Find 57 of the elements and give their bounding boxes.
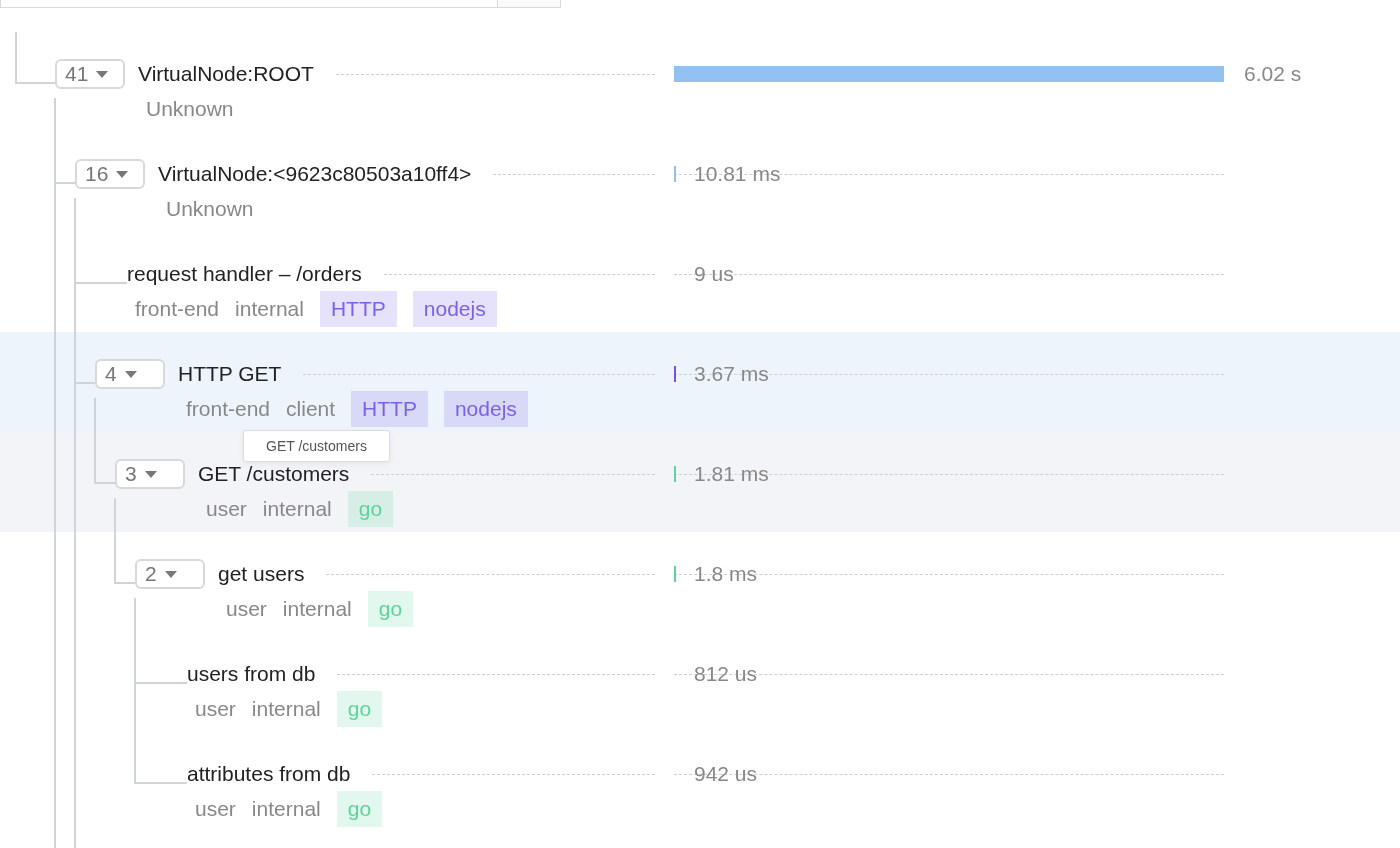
tag: go xyxy=(336,791,383,827)
child-count-toggle[interactable]: 4 xyxy=(95,359,165,389)
span-name[interactable]: HTTP GET xyxy=(178,362,282,386)
span-name[interactable]: VirtualNode:<9623c80503a10ff4> xyxy=(158,162,472,186)
tag: go xyxy=(347,491,394,527)
caret-icon xyxy=(96,70,109,78)
duration-label: 812 us xyxy=(694,662,758,686)
span-name[interactable]: attributes from db xyxy=(187,762,351,786)
span-attribute: internal xyxy=(262,497,332,521)
span-attribute: client xyxy=(286,397,336,421)
span-attribute: Unknown xyxy=(146,97,234,121)
span-attribute: internal xyxy=(251,697,321,721)
duration-label: 9 us xyxy=(694,262,734,286)
caret-icon xyxy=(144,470,157,478)
span-attribute: user xyxy=(195,697,236,721)
span-row[interactable]: 41 VirtualNode:ROOT Unknown 6.02 s xyxy=(0,32,1400,132)
span-attribute: user xyxy=(206,497,247,521)
tag: HTTP xyxy=(351,391,428,427)
child-count-toggle[interactable]: 41 xyxy=(55,59,125,89)
span-attribute: internal xyxy=(282,597,352,621)
duration-label: 10.81 ms xyxy=(694,162,781,186)
span-attribute: front-end xyxy=(186,397,271,421)
span-attribute: Unknown xyxy=(166,197,254,221)
child-count-toggle[interactable]: 16 xyxy=(75,159,145,189)
span-name[interactable]: get users xyxy=(218,562,305,586)
duration-label: 6.02 s xyxy=(1244,62,1302,85)
span-attribute: internal xyxy=(251,797,321,821)
span-name[interactable]: GET /customers xyxy=(198,462,350,486)
caret-icon xyxy=(116,170,129,178)
span-name[interactable]: users from db xyxy=(187,662,316,686)
span-row[interactable]: 2 get users user internal go 1.8 ms xyxy=(0,532,1400,632)
span-name[interactable]: VirtualNode:ROOT xyxy=(138,62,314,86)
span-attribute: front-end xyxy=(135,297,220,321)
span-row[interactable]: users from db user internal go 812 us xyxy=(0,632,1400,732)
duration-label: 1.81 ms xyxy=(694,462,769,486)
duration-label: 942 us xyxy=(694,762,758,786)
caret-icon xyxy=(124,370,137,378)
span-attribute: user xyxy=(195,797,236,821)
tag: nodejs xyxy=(443,391,528,427)
span-row[interactable]: attributes from db user internal go 942 us xyxy=(0,732,1400,832)
input-field[interactable] xyxy=(0,0,498,8)
duration-label: 3.67 ms xyxy=(694,362,769,386)
duration-label: 1.8 ms xyxy=(694,562,758,586)
tag: go xyxy=(336,691,383,727)
tag: go xyxy=(367,591,414,627)
span-attribute: user xyxy=(226,597,267,621)
field-button[interactable] xyxy=(498,0,561,8)
span-attribute: internal xyxy=(235,297,304,321)
span-row[interactable]: 16 VirtualNode:<9623c80503a10ff4> Unknown 10.81 ms xyxy=(0,132,1400,232)
tag: HTTP xyxy=(319,291,397,327)
span-row[interactable]: request handler – /orders front-end internal HTTP nodejs 9 us xyxy=(0,232,1400,332)
child-count-toggle[interactable]: 2 xyxy=(135,559,205,589)
tooltip: GET /customers xyxy=(243,430,390,462)
tag: nodejs xyxy=(412,291,497,327)
span-name[interactable]: request handler – /orders xyxy=(127,262,362,286)
caret-icon xyxy=(164,570,177,578)
child-count-toggle[interactable]: 3 xyxy=(115,459,185,489)
